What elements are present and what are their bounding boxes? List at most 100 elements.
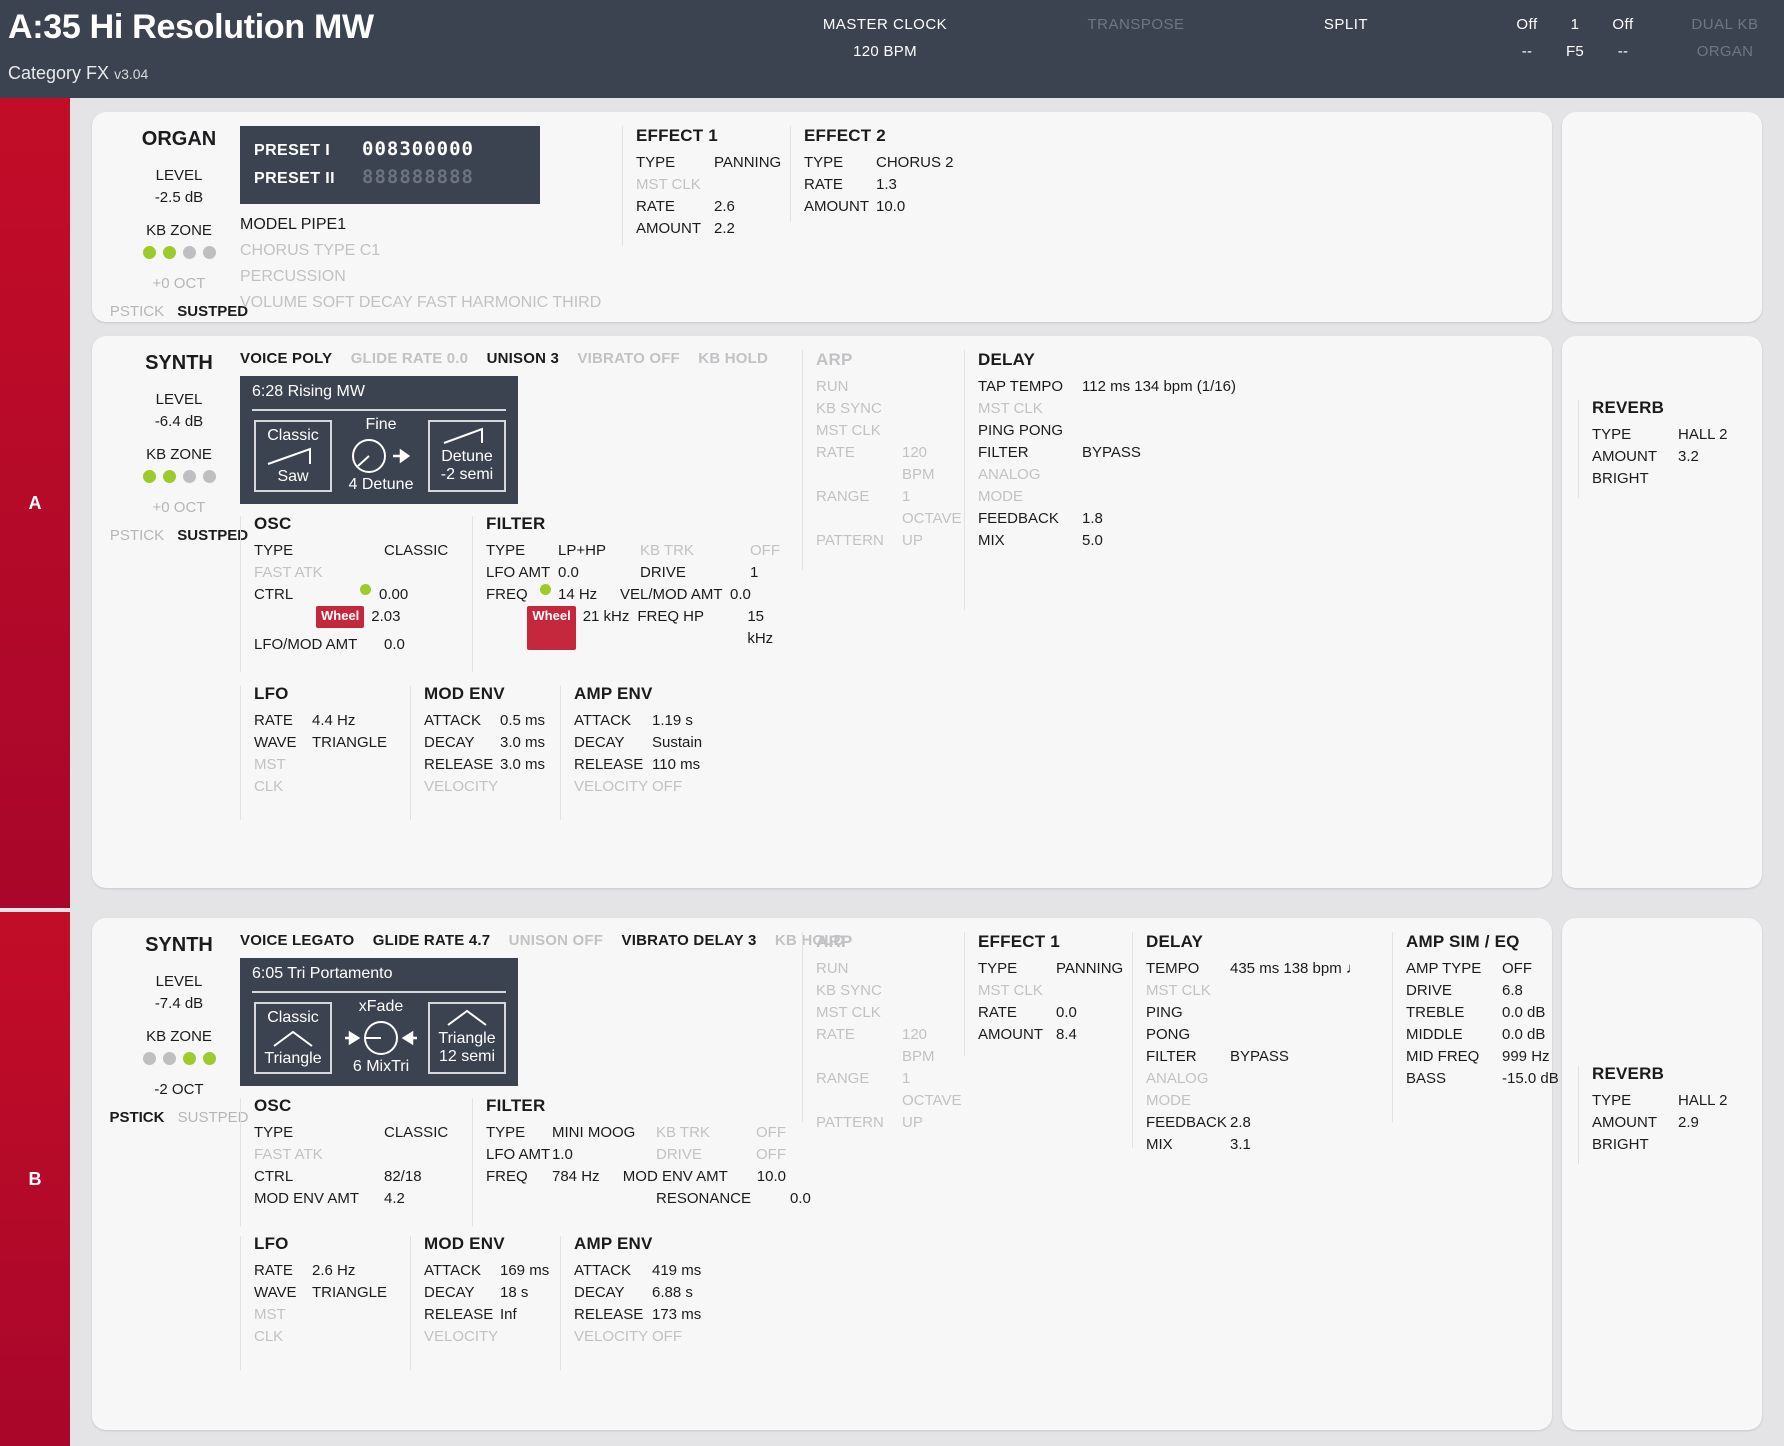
synth-a-reverb-card[interactable]: REVERB TYPE HALL 2 AMOUNT 3.2 BRIGHT xyxy=(1562,336,1762,888)
synth-a-filter-panel[interactable]: FILTER TYPE LP+HP KB TRK OFF LFO AMT 0.0… xyxy=(486,514,786,650)
param-row[interactable]: RELEASE 110 ms xyxy=(574,754,724,776)
synth-a-osc-display[interactable]: 6:28 Rising MW Classic Saw Fine 4 Detune… xyxy=(240,376,518,504)
synth-a-octave[interactable]: +0 OCT xyxy=(104,499,254,516)
param-row[interactable]: DECAY 18 s xyxy=(424,1282,564,1304)
param-row[interactable]: LFO AMT 0.0 DRIVE 1 xyxy=(486,562,786,584)
param-row[interactable]: PATTERN UP xyxy=(816,530,956,552)
kb-zone-dot[interactable] xyxy=(182,470,196,483)
organ-pedal-row[interactable]: PSTICK SUSTPED xyxy=(104,303,254,320)
organ-reverb-card[interactable] xyxy=(1562,112,1762,322)
synth-a-lfo-panel[interactable]: LFO RATE 4.4 Hz WAVE TRIANGLE MST CLK xyxy=(254,684,394,798)
param-row[interactable]: AMOUNT 10.0 xyxy=(804,196,954,218)
param-row[interactable]: RELEASE 3.0 ms xyxy=(424,754,564,776)
synth-a-kbzone-dots[interactable] xyxy=(104,470,254,483)
param-row[interactable]: TYPE PANNING xyxy=(978,958,1128,980)
param-row[interactable]: MID FREQ 999 Hz xyxy=(1406,1046,1586,1068)
param-row[interactable]: TYPE CLASSIC xyxy=(254,540,454,562)
synth-a-arp-panel[interactable]: ARP RUN KB SYNC MST CLK RATE 120 BPM RANG… xyxy=(816,350,961,552)
kb-zone-dot[interactable] xyxy=(142,470,156,483)
param-row[interactable]: MIX 3.1 xyxy=(1146,1134,1386,1156)
synth-a-osc-panel[interactable]: OSC TYPE CLASSIC FAST ATK CTRL 0.00 Wheel… xyxy=(254,514,454,656)
synth-b-osc1-shape[interactable]: Classic Triangle xyxy=(254,1002,332,1074)
synth-b-octave[interactable]: -2 OCT xyxy=(104,1081,254,1098)
param-row[interactable]: WAVE TRIANGLE xyxy=(254,1282,394,1304)
synth-a-osc2-shape[interactable]: Detune -2 semi xyxy=(428,420,506,492)
master-clock-block[interactable]: MASTER CLOCK 120 BPM xyxy=(810,16,960,60)
param-row[interactable]: TYPE HALL 2 xyxy=(1592,424,1752,446)
param-row[interactable]: FREQ 784 Hz MOD ENV AMT 10.0 xyxy=(486,1166,786,1188)
param-row[interactable]: FREQ 14 Hz VEL/MOD AMT 0.0 xyxy=(486,584,786,606)
synth-b-kbzone-dots[interactable] xyxy=(104,1052,254,1065)
synth-b-card[interactable]: SYNTH LEVEL -7.4 dB KB ZONE -2 OCT PSTIC… xyxy=(92,918,1559,1430)
organ-preset1-row[interactable]: PRESET I 008300000 xyxy=(240,126,540,160)
synth-b-reverb-panel[interactable]: REVERB TYPE HALL 2 AMOUNT 2.9 BRIGHT xyxy=(1592,1064,1752,1156)
param-row[interactable]: PATTERN UP xyxy=(816,1112,956,1134)
param-row[interactable]: AMP TYPE OFF xyxy=(1406,958,1586,980)
param-row[interactable]: ATTACK 0.5 ms xyxy=(424,710,564,732)
synth-a-kb-hold[interactable]: KB HOLD xyxy=(698,350,768,367)
param-row[interactable]: WAVE TRIANGLE xyxy=(254,732,394,754)
param-row[interactable]: KB SYNC xyxy=(816,980,956,1002)
param-row[interactable]: TYPE LP+HP KB TRK OFF xyxy=(486,540,786,562)
param-row[interactable]: RATE 120 BPM xyxy=(816,442,956,486)
param-row[interactable]: BASS -15.0 dB xyxy=(1406,1068,1586,1090)
synth-b-effect1-panel[interactable]: EFFECT 1 TYPE PANNING MST CLK RATE 0.0 AMO… xyxy=(978,932,1128,1046)
param-row[interactable]: PING PONG xyxy=(1146,1002,1386,1046)
dual-kb-block[interactable]: DUAL KB ORGAN xyxy=(1666,16,1784,60)
organ-effect1-panel[interactable]: EFFECT 1 TYPE PANNING MST CLK RATE 2.6 AMO… xyxy=(636,126,781,240)
param-row[interactable]: TYPE PANNING xyxy=(636,152,781,174)
synth-a-modenv-panel[interactable]: MOD ENV ATTACK 0.5 ms DECAY 3.0 ms RELEASE… xyxy=(424,684,564,798)
synth-b-delay-panel[interactable]: DELAY TEMPO 435 ms 138 bpm ♩ MST CLK PING… xyxy=(1146,932,1386,1156)
wheel-badge[interactable]: Wheel xyxy=(316,606,365,628)
kb-zone-dot[interactable] xyxy=(202,246,216,259)
synth-a-reverb-panel[interactable]: REVERB TYPE HALL 2 AMOUNT 3.2 BRIGHT xyxy=(1592,398,1752,490)
organ-preset-display[interactable]: PRESET I 008300000 PRESET II 888888888 xyxy=(240,126,540,204)
param-row[interactable]: MST CLK xyxy=(254,754,394,798)
synth-b-glide-rate[interactable]: GLIDE RATE 4.7 xyxy=(373,932,491,949)
synth-b-filter-panel[interactable]: FILTER TYPE MINI MOOG KB TRK OFF LFO AMT… xyxy=(486,1096,811,1210)
param-row[interactable]: RATE 120 BPM xyxy=(816,1024,956,1068)
synth-b-osc-mod-group[interactable]: xFade 6 MixTri xyxy=(338,998,424,1076)
param-row[interactable]: FEEDBACK 1.8 xyxy=(978,508,1258,530)
synth-a-osc1-shape[interactable]: Classic Saw xyxy=(254,420,332,492)
split-zone-3[interactable]: Off -- xyxy=(1596,16,1650,60)
synth-b-arp-panel[interactable]: ARP RUN KB SYNC MST CLK RATE 120 BPM RANG… xyxy=(816,932,961,1134)
synth-a-osc-mod-group[interactable]: Fine 4 Detune xyxy=(338,416,424,494)
param-row[interactable]: RATE 1.3 xyxy=(804,174,954,196)
param-row[interactable]: TYPE HALL 2 xyxy=(1592,1090,1752,1112)
param-row[interactable]: AMOUNT 8.4 xyxy=(978,1024,1128,1046)
kb-zone-dot[interactable] xyxy=(142,246,156,259)
param-row[interactable]: MST CLK xyxy=(254,1304,394,1348)
param-row[interactable]: RANGE 1 OCTAVE xyxy=(816,486,961,530)
param-row[interactable]: RANGE 1 OCTAVE xyxy=(816,1068,961,1112)
param-row[interactable]: FILTER BYPASS xyxy=(1146,1046,1386,1068)
kb-zone-dot[interactable] xyxy=(162,1052,176,1065)
param-row[interactable]: AMOUNT 2.9 xyxy=(1592,1112,1752,1134)
organ-percussion-params[interactable]: VOLUME SOFT DECAY FAST HARMONIC THIRD xyxy=(240,290,601,316)
kb-zone-dot[interactable] xyxy=(142,1052,156,1065)
param-row[interactable]: FILTER BYPASS xyxy=(978,442,1258,464)
param-row[interactable]: LFO AMT 1.0 DRIVE OFF xyxy=(486,1144,786,1166)
param-row[interactable]: AMOUNT 3.2 xyxy=(1592,446,1752,468)
param-row[interactable]: DECAY 3.0 ms xyxy=(424,732,564,754)
synth-b-modenv-panel[interactable]: MOD ENV ATTACK 169 ms DECAY 18 s RELEASE In… xyxy=(424,1234,564,1348)
synth-b-vibrato[interactable]: VIBRATO DELAY 3 xyxy=(622,932,757,949)
kb-zone-dot[interactable] xyxy=(202,1052,216,1065)
param-row[interactable]: RESONANCE 0.0 xyxy=(486,1188,811,1210)
kb-zone-dot[interactable] xyxy=(182,246,196,259)
slot-indicator-b[interactable]: B xyxy=(0,912,70,1446)
param-row[interactable]: MIX 5.0 xyxy=(978,530,1258,552)
param-row[interactable]: DECAY 6.88 s xyxy=(574,1282,724,1304)
organ-model[interactable]: MODEL PIPE1 xyxy=(240,212,601,238)
param-row[interactable]: MST CLK xyxy=(816,1002,956,1024)
param-row[interactable]: MST CLK xyxy=(816,420,956,442)
synth-b-osc2-shape[interactable]: Triangle 12 semi xyxy=(428,1002,506,1074)
synth-b-unison[interactable]: UNISON OFF xyxy=(509,932,604,949)
organ-card[interactable]: ORGAN LEVEL -2.5 dB KB ZONE +0 OCT PSTIC… xyxy=(92,112,1552,322)
param-row[interactable]: ATTACK 419 ms xyxy=(574,1260,724,1282)
synth-a-delay-panel[interactable]: DELAY TAP TEMPO 112 ms 134 bpm (1/16) MST… xyxy=(978,350,1258,552)
param-row[interactable]: MST CLK xyxy=(978,398,1258,420)
split-block[interactable]: SPLIT xyxy=(1296,16,1396,43)
param-row[interactable]: Wheel 21 kHz FREQ HP 15 kHz xyxy=(486,606,786,650)
organ-octave[interactable]: +0 OCT xyxy=(104,275,254,292)
